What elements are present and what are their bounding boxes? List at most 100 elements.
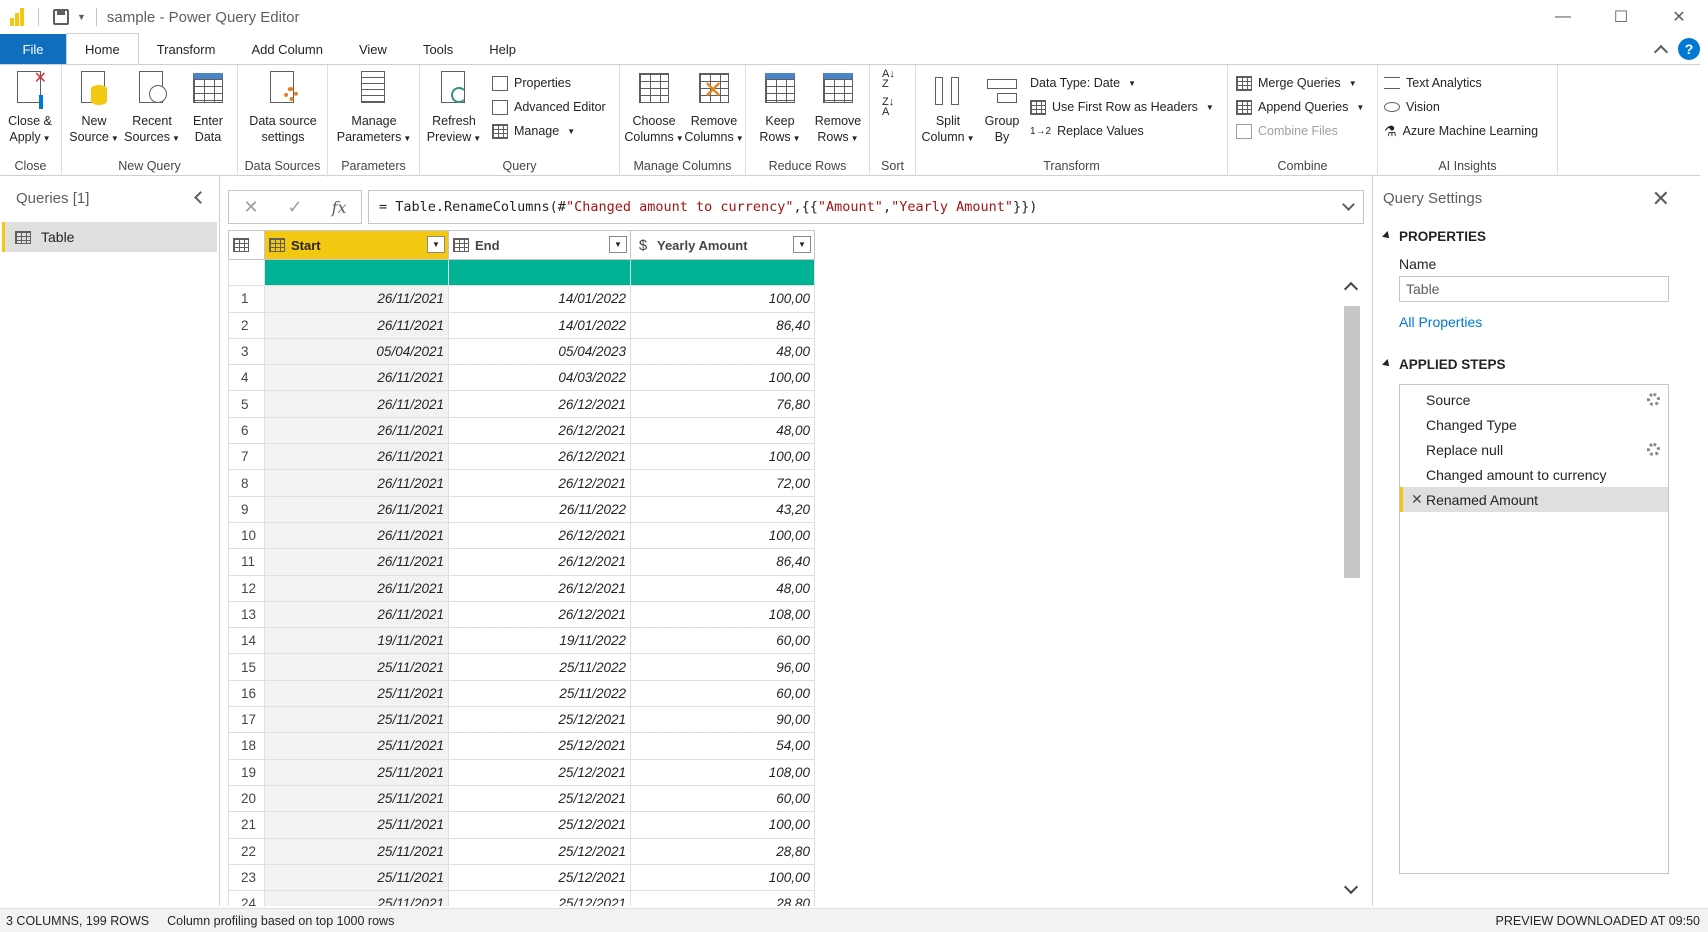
cell-end[interactable]: 26/12/2021 xyxy=(448,416,631,445)
row-number[interactable]: 14 xyxy=(228,627,265,655)
properties-section-title[interactable]: PROPERTIES xyxy=(1373,224,1700,248)
row-number[interactable]: 2 xyxy=(228,311,265,339)
cell-start[interactable]: 26/11/2021 xyxy=(264,548,449,576)
currency-type-icon[interactable]: $ xyxy=(635,237,651,254)
minimize-button[interactable]: — xyxy=(1534,0,1592,34)
cell-yearly-amount[interactable]: 86,40 xyxy=(630,548,815,576)
query-name-input[interactable] xyxy=(1399,276,1669,302)
row-number[interactable]: 18 xyxy=(228,732,265,760)
tab-transform[interactable]: Transform xyxy=(139,34,234,64)
cell-end[interactable]: 25/11/2022 xyxy=(448,653,631,681)
group-by-button[interactable]: Group By xyxy=(972,69,1032,145)
cell-end[interactable]: 25/11/2022 xyxy=(448,679,631,708)
combine-files-button[interactable]: Combine Files xyxy=(1236,119,1338,143)
cell-end[interactable]: 25/12/2021 xyxy=(448,837,631,865)
cell-start[interactable]: 25/11/2021 xyxy=(264,837,449,865)
cell-end[interactable]: 14/01/2022 xyxy=(448,311,631,339)
cancel-icon[interactable]: ✕ xyxy=(243,197,258,218)
sort-descending-button[interactable]: Z↓ A xyxy=(882,97,894,121)
cell-end[interactable]: 26/12/2021 xyxy=(448,443,631,471)
cell-yearly-amount[interactable]: 108,00 xyxy=(630,600,815,629)
cell-yearly-amount[interactable]: 48,00 xyxy=(630,574,815,602)
cell-start[interactable]: 26/11/2021 xyxy=(264,311,449,339)
cell-start[interactable]: 26/11/2021 xyxy=(264,600,449,629)
cell-end[interactable]: 14/01/2022 xyxy=(448,285,631,313)
step-replace-null[interactable]: Replace null xyxy=(1400,437,1668,462)
cell-yearly-amount[interactable]: 90,00 xyxy=(630,706,815,734)
row-number[interactable]: 19 xyxy=(228,758,265,786)
azure-ml-button[interactable]: ⚗ Azure Machine Learning xyxy=(1384,119,1538,143)
cell-yearly-amount[interactable]: 60,00 xyxy=(630,679,815,708)
applied-steps-section-title[interactable]: APPLIED STEPS xyxy=(1373,352,1700,376)
cell-yearly-amount[interactable]: 54,00 xyxy=(630,732,815,760)
cell-start[interactable]: 25/11/2021 xyxy=(264,706,449,734)
quick-access-dropdown-icon[interactable]: ▼ xyxy=(77,12,86,22)
cell-end[interactable]: 26/12/2021 xyxy=(448,574,631,602)
scroll-down-icon[interactable] xyxy=(1343,879,1359,895)
cell-start[interactable]: 26/11/2021 xyxy=(264,443,449,471)
cell-start[interactable]: 26/11/2021 xyxy=(264,574,449,602)
cell-yearly-amount[interactable]: 48,00 xyxy=(630,416,815,445)
tab-add-column[interactable]: Add Column xyxy=(233,34,341,64)
row-number[interactable]: 9 xyxy=(228,495,265,523)
tab-help[interactable]: Help xyxy=(471,34,534,64)
data-type-button[interactable]: Data Type: Date ▼ xyxy=(1030,71,1136,95)
row-number[interactable]: 4 xyxy=(228,364,265,392)
remove-rows-button[interactable]: Remove Rows ▼ xyxy=(808,69,868,147)
split-column-button[interactable]: Split Column ▼ xyxy=(918,69,978,147)
tab-file[interactable]: File xyxy=(0,34,66,64)
row-number[interactable]: 17 xyxy=(228,706,265,734)
row-number[interactable]: 3 xyxy=(228,337,265,366)
grid-scrollbar[interactable] xyxy=(1342,280,1362,900)
cell-start[interactable]: 26/11/2021 xyxy=(264,285,449,313)
cell-end[interactable]: 19/11/2022 xyxy=(448,627,631,655)
row-number[interactable]: 8 xyxy=(228,469,265,497)
close-apply-button[interactable]: ✕ Close & Apply ▼ xyxy=(0,69,60,147)
row-number[interactable]: 22 xyxy=(228,837,265,865)
date-type-icon[interactable] xyxy=(269,238,285,252)
cell-end[interactable]: 25/12/2021 xyxy=(448,811,631,839)
cell-end[interactable]: 26/12/2021 xyxy=(448,600,631,629)
query-item-table[interactable]: Table xyxy=(2,222,217,252)
table-corner-menu[interactable] xyxy=(228,230,265,260)
choose-columns-button[interactable]: Choose Columns ▼ xyxy=(624,69,684,147)
cell-start[interactable]: 05/04/2021 xyxy=(264,337,449,366)
cell-yearly-amount[interactable]: 60,00 xyxy=(630,627,815,655)
step-source[interactable]: Source xyxy=(1400,387,1668,412)
cell-yearly-amount[interactable]: 100,00 xyxy=(630,811,815,839)
row-number[interactable]: 5 xyxy=(228,390,265,418)
cell-yearly-amount[interactable]: 100,00 xyxy=(630,521,815,550)
row-number[interactable]: 11 xyxy=(228,548,265,576)
cell-start[interactable]: 25/11/2021 xyxy=(264,679,449,708)
cell-start[interactable]: 25/11/2021 xyxy=(264,758,449,786)
cell-start[interactable]: 26/11/2021 xyxy=(264,495,449,523)
row-number[interactable]: 20 xyxy=(228,784,265,813)
row-number[interactable]: 1 xyxy=(228,285,265,313)
tab-view[interactable]: View xyxy=(341,34,405,64)
cell-yearly-amount[interactable]: 28,80 xyxy=(630,837,815,865)
remove-columns-button[interactable]: ✕ Remove Columns ▼ xyxy=(684,69,744,147)
cell-end[interactable]: 26/12/2021 xyxy=(448,469,631,497)
cell-start[interactable]: 25/11/2021 xyxy=(264,653,449,681)
status-profiling[interactable]: Column profiling based on top 1000 rows xyxy=(167,914,394,928)
cell-yearly-amount[interactable]: 100,00 xyxy=(630,443,815,471)
row-number[interactable]: 12 xyxy=(228,574,265,602)
date-type-icon[interactable] xyxy=(453,238,469,252)
help-icon[interactable]: ? xyxy=(1678,38,1700,60)
cell-start[interactable]: 25/11/2021 xyxy=(264,732,449,760)
row-number[interactable]: 7 xyxy=(228,443,265,471)
step-changed-amount-to-currency[interactable]: Changed amount to currency xyxy=(1400,462,1668,487)
cell-yearly-amount[interactable]: 100,00 xyxy=(630,285,815,313)
column-header-yearly-amount[interactable]: $ Yearly Amount ▼ xyxy=(630,230,815,260)
refresh-preview-button[interactable]: Refresh Preview ▼ xyxy=(424,69,484,147)
data-source-settings-button[interactable]: Data source settings xyxy=(242,69,324,145)
cell-yearly-amount[interactable]: 72,00 xyxy=(630,469,815,497)
vision-button[interactable]: Vision xyxy=(1384,95,1440,119)
cell-yearly-amount[interactable]: 108,00 xyxy=(630,758,815,786)
cell-start[interactable]: 25/11/2021 xyxy=(264,784,449,813)
cell-start[interactable]: 25/11/2021 xyxy=(264,890,449,906)
row-number[interactable]: 15 xyxy=(228,653,265,681)
properties-button[interactable]: Properties xyxy=(492,71,571,95)
replace-values-button[interactable]: 1→2 Replace Values xyxy=(1030,119,1144,143)
row-number[interactable]: 6 xyxy=(228,416,265,445)
